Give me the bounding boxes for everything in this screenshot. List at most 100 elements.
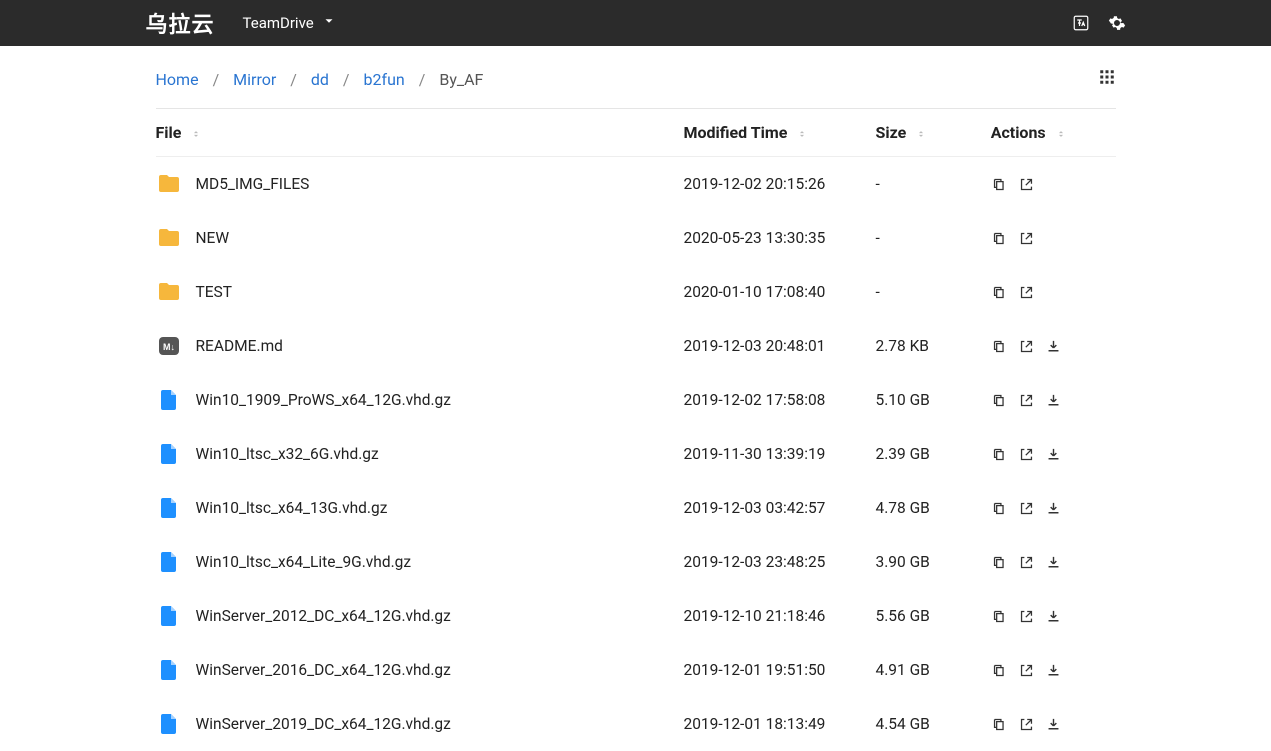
col-header-file[interactable]: File (156, 109, 684, 157)
file-name[interactable]: Win10_ltsc_x64_Lite_9G.vhd.gz (196, 553, 412, 571)
open-external-icon[interactable] (1018, 500, 1035, 517)
file-name[interactable]: Win10_ltsc_x32_6G.vhd.gz (196, 445, 379, 463)
row-actions (991, 716, 1108, 733)
modified-time: 2019-11-30 13:39:19 (684, 427, 876, 481)
copy-link-icon[interactable] (991, 500, 1008, 517)
file-name[interactable]: NEW (196, 229, 230, 247)
file-size: 5.10 GB (876, 373, 991, 427)
file-name[interactable]: MD5_IMG_FILES (196, 175, 310, 193)
file-name[interactable]: WinServer_2019_DC_x64_12G.vhd.gz (196, 715, 451, 733)
sort-icon (916, 128, 926, 140)
open-external-icon[interactable] (1018, 284, 1035, 301)
folder-icon (156, 279, 182, 305)
row-actions (991, 338, 1108, 355)
modified-time: 2019-12-02 20:15:26 (684, 157, 876, 212)
open-external-icon[interactable] (1018, 176, 1035, 193)
col-header-modified[interactable]: Modified Time (684, 109, 876, 157)
download-icon[interactable] (1045, 608, 1062, 625)
sort-icon (191, 128, 201, 140)
download-icon[interactable] (1045, 662, 1062, 679)
file-icon (156, 441, 182, 467)
file-name[interactable]: WinServer_2012_DC_x64_12G.vhd.gz (196, 607, 451, 625)
team-dropdown[interactable]: TeamDrive (243, 14, 336, 32)
copy-link-icon[interactable] (991, 176, 1008, 193)
copy-link-icon[interactable] (991, 338, 1008, 355)
file-icon (156, 495, 182, 521)
file-table: File Modified Time Size Actions MD5_IMG_… (156, 109, 1116, 751)
table-row: NEW2020-05-23 13:30:35- (156, 211, 1116, 265)
copy-link-icon[interactable] (991, 554, 1008, 571)
open-external-icon[interactable] (1018, 230, 1035, 247)
table-row: Win10_ltsc_x32_6G.vhd.gz 2019-11-30 13:39… (156, 427, 1116, 481)
copy-link-icon[interactable] (991, 662, 1008, 679)
copy-link-icon[interactable] (991, 608, 1008, 625)
file-size: 4.91 GB (876, 643, 991, 697)
breadcrumb-link[interactable]: b2fun (364, 70, 405, 89)
file-size: 2.39 GB (876, 427, 991, 481)
breadcrumb-separator: / (213, 70, 220, 89)
download-icon[interactable] (1045, 446, 1062, 463)
row-actions (991, 446, 1108, 463)
copy-link-icon[interactable] (991, 446, 1008, 463)
open-external-icon[interactable] (1018, 554, 1035, 571)
breadcrumb-link[interactable]: Home (156, 70, 199, 89)
topbar: 乌拉云 TeamDrive (0, 0, 1271, 46)
file-name[interactable]: Win10_ltsc_x64_13G.vhd.gz (196, 499, 388, 517)
breadcrumb-link[interactable]: Mirror (233, 70, 276, 89)
table-row: WinServer_2012_DC_x64_12G.vhd.gz 2019-12-… (156, 589, 1116, 643)
row-actions (991, 392, 1108, 409)
breadcrumb-current: By_AF (439, 70, 483, 89)
language-icon[interactable] (1072, 14, 1090, 32)
table-row: TEST2020-01-10 17:08:40- (156, 265, 1116, 319)
file-size: 4.78 GB (876, 481, 991, 535)
col-header-size[interactable]: Size (876, 109, 991, 157)
breadcrumb: Home/Mirror/dd/b2fun/By_AF (156, 70, 484, 89)
sort-icon (1056, 128, 1066, 140)
gear-icon[interactable] (1108, 14, 1126, 32)
row-actions (991, 230, 1108, 247)
file-name[interactable]: README.md (196, 337, 283, 355)
row-actions (991, 500, 1108, 517)
breadcrumb-link[interactable]: dd (311, 70, 329, 89)
copy-link-icon[interactable] (991, 230, 1008, 247)
col-header-actions-label: Actions (991, 123, 1046, 142)
download-icon[interactable] (1045, 716, 1062, 733)
open-external-icon[interactable] (1018, 716, 1035, 733)
brand-logo[interactable]: 乌拉云 (146, 7, 215, 39)
col-header-size-label: Size (876, 123, 907, 142)
file-name[interactable]: Win10_1909_ProWS_x64_12G.vhd.gz (196, 391, 451, 409)
modified-time: 2020-01-10 17:08:40 (684, 265, 876, 319)
table-row: MD5_IMG_FILES2019-12-02 20:15:26- (156, 157, 1116, 212)
open-external-icon[interactable] (1018, 608, 1035, 625)
copy-link-icon[interactable] (991, 716, 1008, 733)
grid-view-icon[interactable] (1098, 68, 1116, 90)
download-icon[interactable] (1045, 554, 1062, 571)
modified-time: 2019-12-01 19:51:50 (684, 643, 876, 697)
open-external-icon[interactable] (1018, 338, 1035, 355)
open-external-icon[interactable] (1018, 662, 1035, 679)
col-header-modified-label: Modified Time (684, 123, 788, 142)
file-size: 2.78 KB (876, 319, 991, 373)
modified-time: 2019-12-10 21:18:46 (684, 589, 876, 643)
modified-time: 2020-05-23 13:30:35 (684, 211, 876, 265)
open-external-icon[interactable] (1018, 446, 1035, 463)
copy-link-icon[interactable] (991, 284, 1008, 301)
file-name[interactable]: TEST (196, 283, 233, 301)
copy-link-icon[interactable] (991, 392, 1008, 409)
download-icon[interactable] (1045, 500, 1062, 517)
team-dropdown-label: TeamDrive (243, 14, 314, 32)
table-row: Win10_1909_ProWS_x64_12G.vhd.gz2019-12-0… (156, 373, 1116, 427)
download-icon[interactable] (1045, 338, 1062, 355)
file-icon (156, 549, 182, 575)
col-header-actions[interactable]: Actions (991, 109, 1116, 157)
file-name[interactable]: WinServer_2016_DC_x64_12G.vhd.gz (196, 661, 451, 679)
file-size: 3.90 GB (876, 535, 991, 589)
col-header-file-label: File (156, 123, 182, 142)
file-icon (156, 387, 182, 413)
open-external-icon[interactable] (1018, 392, 1035, 409)
table-row: Win10_ltsc_x64_13G.vhd.gz2019-12-03 03:4… (156, 481, 1116, 535)
modified-time: 2019-12-03 23:48:25 (684, 535, 876, 589)
download-icon[interactable] (1045, 392, 1062, 409)
table-row: WinServer_2019_DC_x64_12G.vhd.gz2019-12-… (156, 697, 1116, 751)
folder-icon (156, 171, 182, 197)
